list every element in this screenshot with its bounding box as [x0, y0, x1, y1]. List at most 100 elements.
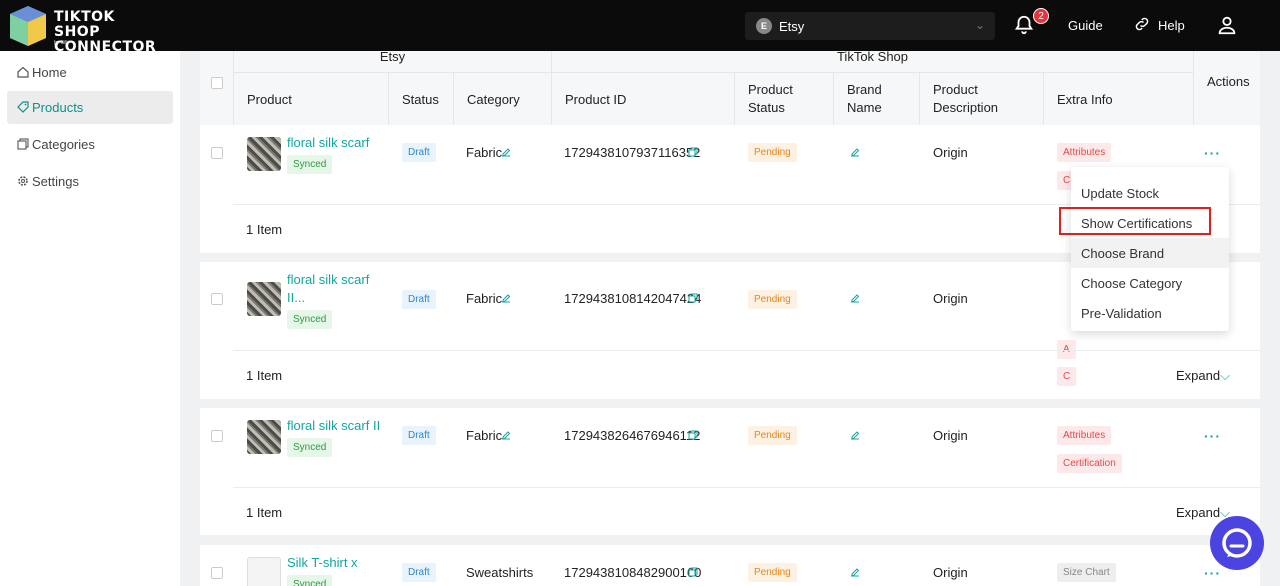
product-name-link-cont[interactable]: II... — [287, 290, 305, 306]
user-icon[interactable] — [1216, 14, 1238, 36]
product-name-link[interactable]: floral silk scarf — [287, 272, 369, 288]
product-thumbnail — [247, 420, 281, 454]
sync-status-badge: Synced — [287, 438, 333, 457]
store-select[interactable]: E Etsy ⌄ — [745, 12, 995, 40]
table-header: Etsy TikTok Shop Product Status Category… — [200, 51, 1260, 125]
product-id-value: 1729438108482900160 — [564, 565, 702, 580]
product-status-badge: Pending — [748, 563, 797, 582]
col-header-brand-name[interactable]: Brand Name — [847, 81, 882, 117]
size-chart-badge[interactable]: Size Chart — [1057, 563, 1116, 582]
menu-item-label: Pre-Validation — [1081, 306, 1162, 321]
sidebar-item-home[interactable]: Home — [7, 56, 173, 89]
certification-badge[interactable]: Certification — [1057, 454, 1122, 473]
col-header-line: Brand — [847, 82, 882, 97]
store-name: Etsy — [779, 19, 805, 34]
product-status-badge: Pending — [748, 143, 797, 162]
status-badge: Draft — [402, 426, 436, 445]
product-name-link[interactable]: floral silk scarf — [287, 135, 369, 151]
expand-toggle[interactable]: Expand⌵ — [1176, 368, 1230, 384]
expand-label: Expand — [1176, 368, 1221, 383]
col-header-product-id[interactable]: Product ID — [565, 91, 626, 109]
product-name-link[interactable]: Silk T-shirt x — [287, 555, 358, 571]
chevron-down-icon: ⌵ — [1220, 368, 1230, 383]
chevron-down-icon: ⌄ — [974, 18, 985, 32]
chat-button[interactable] — [1210, 516, 1264, 570]
sidebar-item-categories[interactable]: Categories — [7, 128, 173, 161]
attributes-badge[interactable]: Attributes — [1057, 426, 1112, 445]
item-count: 1 Item — [246, 368, 283, 383]
edit-brand-icon[interactable] — [850, 430, 860, 440]
edit-icon[interactable] — [501, 293, 511, 303]
row-actions-menu: Update Stock Show Certifications Choose … — [1071, 167, 1229, 331]
logo-text: TIKTOK SHOP CONNECTOR — [54, 10, 156, 55]
status-badge: Draft — [402, 563, 436, 582]
col-header-line: Status — [748, 100, 785, 115]
sidebar-item-settings[interactable]: Settings — [7, 165, 173, 198]
logo-line-1: TIKTOK SHOP — [54, 9, 115, 40]
home-icon — [17, 66, 29, 78]
attributes-badge[interactable]: Attributes — [1057, 143, 1112, 162]
product-thumbnail — [247, 557, 281, 586]
group-header-tiktok: TikTok Shop — [552, 51, 1193, 73]
sidebar: Home Products Categories Settings — [0, 51, 180, 586]
col-header-status[interactable]: Status — [402, 91, 439, 109]
edit-brand-icon[interactable] — [850, 147, 860, 157]
sidebar-item-label: Settings — [32, 174, 79, 189]
status-badge: Draft — [402, 290, 436, 309]
group-header-etsy: Etsy — [234, 51, 551, 73]
sidebar-item-label: Products — [32, 100, 84, 115]
menu-item-choose-category[interactable]: Choose Category — [1071, 268, 1229, 298]
product-thumbnail — [247, 137, 281, 171]
select-all-checkbox[interactable] — [211, 77, 223, 89]
logo-mark-icon — [10, 6, 46, 46]
edit-brand-icon[interactable] — [850, 293, 860, 303]
row-checkbox[interactable] — [211, 147, 223, 159]
edit-brand-icon[interactable] — [850, 567, 860, 577]
sidebar-item-products[interactable]: Products — [7, 91, 173, 124]
product-name-link[interactable]: floral silk scarf II — [287, 418, 380, 434]
row-checkbox[interactable] — [211, 567, 223, 579]
row-actions-button[interactable]: ··· — [1204, 428, 1221, 444]
row-checkbox[interactable] — [211, 293, 223, 305]
copy-icon[interactable] — [688, 293, 698, 303]
edit-icon[interactable] — [501, 147, 511, 157]
menu-item-update-stock[interactable]: Update Stock — [1071, 178, 1229, 208]
menu-item-label: Update Stock — [1081, 186, 1160, 201]
help-link[interactable]: Help — [1158, 18, 1185, 33]
product-thumbnail — [247, 282, 281, 316]
category-value: Fabric — [466, 428, 503, 443]
menu-item-choose-brand[interactable]: Choose Brand — [1071, 238, 1229, 268]
notification-count-badge: 2 — [1033, 8, 1049, 24]
col-header-product-status[interactable]: Product Status — [748, 81, 793, 117]
sidebar-item-label: Categories — [32, 137, 95, 152]
col-header-product-description[interactable]: Product Description — [933, 81, 998, 117]
row-checkbox[interactable] — [211, 430, 223, 442]
row-actions-button[interactable]: ··· — [1204, 145, 1221, 161]
product-id-value: 1729438264676946112 — [564, 428, 701, 443]
col-header-category[interactable]: Category — [467, 91, 520, 109]
copy-icon[interactable] — [688, 567, 698, 577]
menu-item-label: Choose Brand — [1081, 246, 1165, 261]
product-id-value: 1729438108142047424 — [564, 291, 702, 306]
description-value: Origin — [933, 145, 968, 160]
category-value: Sweatshirts — [466, 565, 534, 580]
guide-link[interactable]: Guide — [1068, 18, 1103, 33]
menu-item-label: Choose Category — [1081, 276, 1183, 291]
sync-status-badge: Synced — [287, 155, 333, 174]
logo-sub: by Silk — [54, 40, 69, 46]
app-logo[interactable]: TIKTOK SHOP CONNECTOR by Silk — [6, 6, 156, 55]
edit-icon[interactable] — [501, 430, 511, 440]
col-header-extra-info[interactable]: Extra Info — [1057, 91, 1113, 109]
copy-icon[interactable] — [688, 430, 698, 440]
sync-status-badge: Synced — [287, 310, 333, 329]
bell-icon[interactable] — [1013, 14, 1035, 36]
table-row: Silk T-shirt x Synced Draft Sweatshirts … — [200, 545, 1260, 586]
menu-item-pre-validation[interactable]: Pre-Validation — [1071, 298, 1229, 328]
col-header-actions: Actions — [1207, 74, 1250, 89]
description-value: Origin — [933, 565, 968, 580]
item-count: 1 Item — [246, 505, 283, 520]
col-header-product[interactable]: Product — [247, 91, 292, 109]
copy-icon[interactable] — [688, 147, 698, 157]
certification-badge[interactable]: C — [1057, 367, 1077, 386]
tag-icon — [17, 101, 29, 113]
